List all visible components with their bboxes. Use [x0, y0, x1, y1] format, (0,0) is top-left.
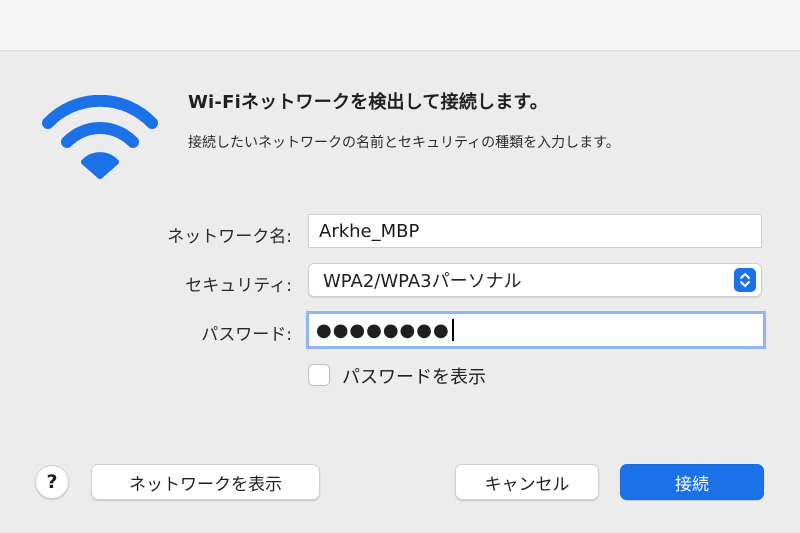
dialog-subheading: 接続したいネットワークの名前とセキュリティの種類を入力します。 [188, 135, 620, 151]
security-select[interactable]: WPA2/WPA3パーソナル [308, 263, 762, 297]
show-password-label[interactable]: パスワードを表示 [342, 363, 486, 389]
security-label: セキュリティ: [185, 276, 292, 296]
password-label: パスワード: [201, 325, 292, 345]
password-input[interactable]: ●●●●●●●● [306, 311, 766, 349]
show-networks-button[interactable]: ネットワークを表示 [91, 464, 320, 500]
security-value: WPA2/WPA3パーソナル [323, 271, 522, 292]
password-masked-value: ●●●●●●●● [316, 319, 450, 341]
connect-button[interactable]: 接続 [620, 464, 764, 500]
network-name-value: Arkhe_MBP [319, 220, 420, 242]
help-button[interactable]: ? [35, 465, 69, 499]
wifi-icon [42, 95, 158, 179]
show-password-checkbox[interactable] [308, 364, 330, 386]
chevron-up-down-icon [734, 268, 756, 292]
network-name-input[interactable]: Arkhe_MBP [308, 214, 762, 248]
cancel-button[interactable]: キャンセル [455, 464, 599, 500]
dialog-heading: Wi-Fiネットワークを検出して接続します。 [188, 92, 549, 113]
text-caret [451, 319, 454, 341]
network-name-label: ネットワーク名: [167, 227, 292, 247]
window-titlebar [0, 0, 800, 51]
